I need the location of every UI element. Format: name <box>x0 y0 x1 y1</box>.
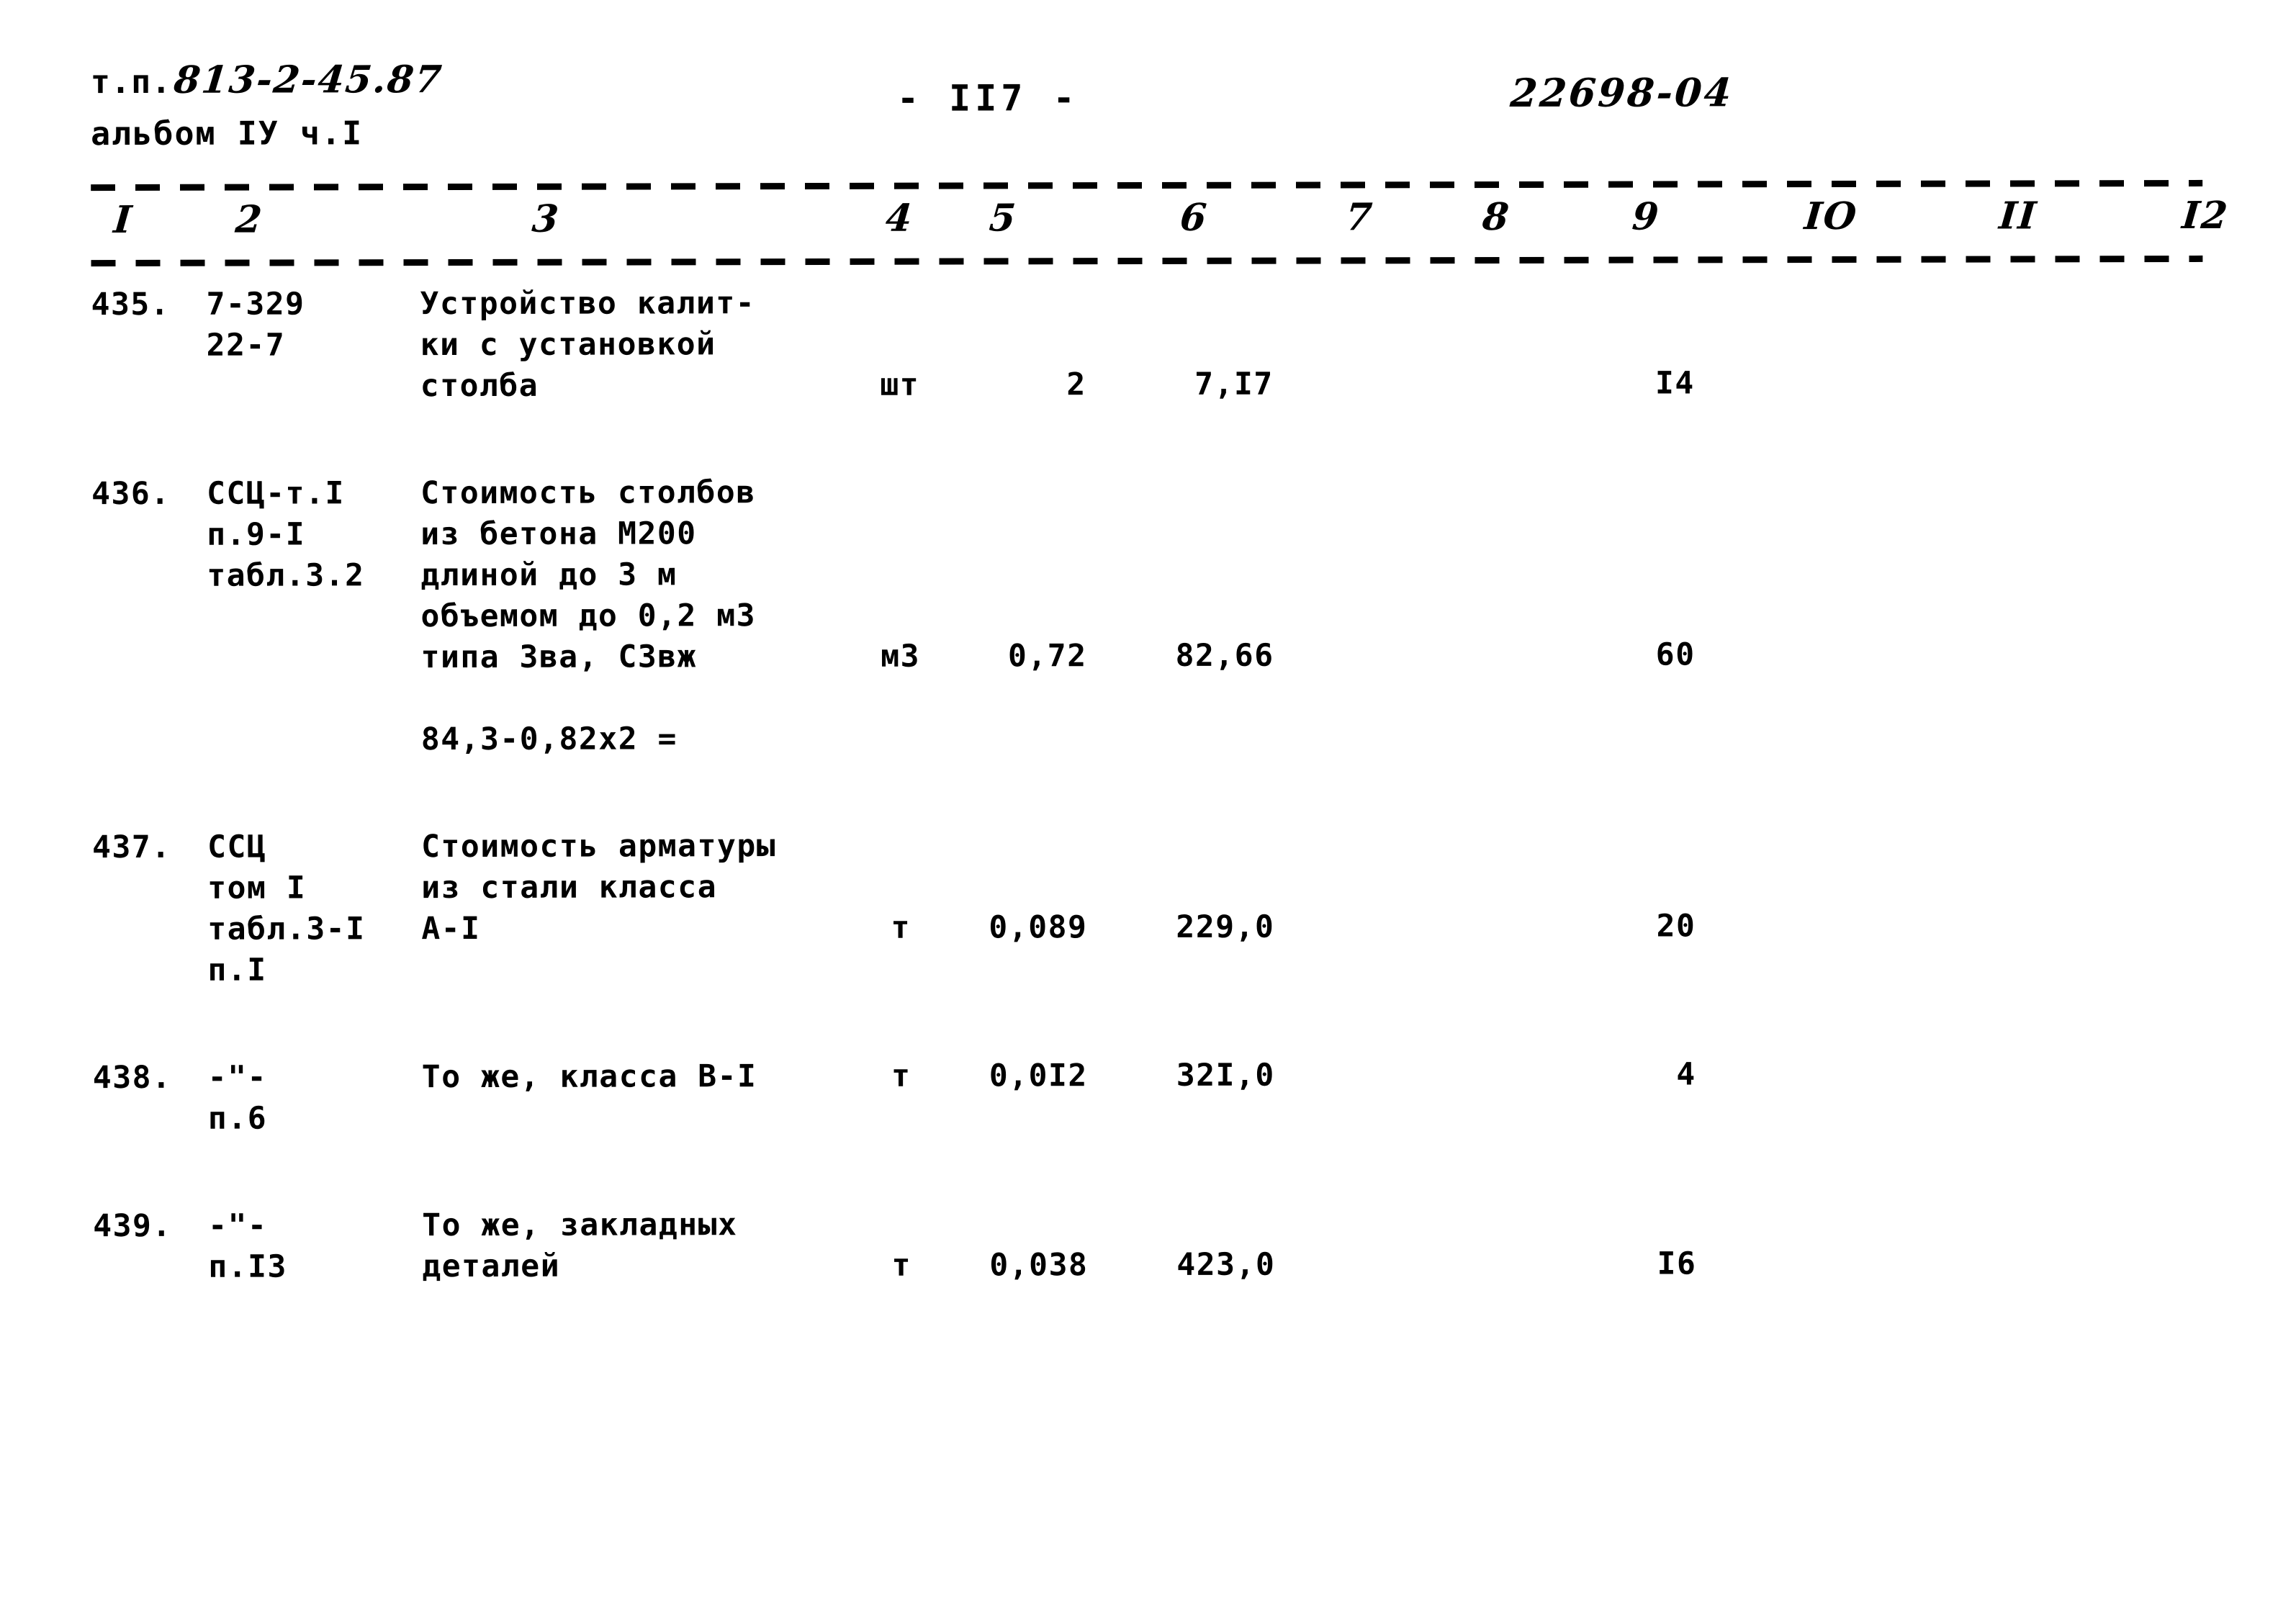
row-justification-line: -"- <box>208 1207 268 1244</box>
row-description-line: длиной до 3 м <box>420 557 677 594</box>
row-justification-line: 22-7 <box>206 327 286 364</box>
table-row: 437. ССЦ том I табл.3-I п.I Стоимость арматур… <box>0 823 2296 992</box>
row-unit: шт <box>880 366 920 403</box>
row-quantity: 0,0I2 <box>989 1058 1088 1094</box>
row-justification-line: 7-329 <box>206 286 305 323</box>
page-number: - II7 - <box>896 77 1079 120</box>
column-number-4: 4 <box>883 196 915 240</box>
row-description-line: деталей <box>422 1248 561 1285</box>
album-line: альбом IУ ч.I <box>90 114 364 153</box>
table-row: 436. ССЦ-т.I п.9-I табл.3.2 Стоимость столбо… <box>0 469 2296 762</box>
column-number-row: I 2 3 4 5 6 7 8 9 IO II I2 <box>0 194 2295 251</box>
row-unit-price: 32I,0 <box>1176 1057 1275 1094</box>
row-col9: 4 <box>1676 1056 1696 1093</box>
row-justification-line: п.I3 <box>208 1248 287 1285</box>
column-number-9: 9 <box>1630 194 1662 239</box>
row-item-number: 436. <box>91 475 171 513</box>
column-number-3: 3 <box>530 197 562 241</box>
column-number-7: 7 <box>1343 195 1375 240</box>
row-item-number: 438. <box>92 1059 172 1096</box>
column-number-1: I <box>112 197 135 243</box>
project-code-prefix: т.п. <box>90 62 172 102</box>
row-description-line: А-I <box>421 910 481 947</box>
project-code-value: 813-2-45.87 <box>172 58 446 102</box>
row-description-line: из бетона М200 <box>420 515 697 553</box>
row-description-line: типа Зва, СЗвж <box>420 639 698 676</box>
row-col9: 60 <box>1655 636 1696 673</box>
row-item-number: 437. <box>92 829 171 866</box>
row-quantity: 0,72 <box>1007 638 1087 675</box>
table-row: 438. -"- п.6 То же, класса В-I т 0,0I2 32I,0 4 <box>1 1053 2296 1140</box>
row-description-line: Стоимость арматуры <box>421 828 777 865</box>
row-unit-price: 7,I7 <box>1194 366 1274 402</box>
table-rule-bottom <box>91 255 2203 267</box>
document-number-annotation: 22698-04 <box>1508 69 1735 116</box>
row-formula: 84,3-0,82х2 = <box>420 721 677 758</box>
row-justification-line: п.9-I <box>207 516 306 553</box>
row-unit-price: 423,0 <box>1176 1246 1276 1283</box>
row-justification-line: табл.3.2 <box>207 557 365 594</box>
row-item-number: 435. <box>91 286 171 323</box>
row-quantity: 0,038 <box>989 1247 1089 1284</box>
column-number-11: II <box>1997 194 2040 238</box>
column-number-5: 5 <box>987 196 1019 240</box>
column-number-10: IO <box>1802 194 1860 239</box>
row-justification-line: ССЦ-т.I <box>207 475 345 512</box>
table-row: 435. 7-329 22-7 Устройство калит-ки с устан… <box>0 280 2295 408</box>
row-unit: м3 <box>881 638 921 675</box>
column-number-8: 8 <box>1480 194 1512 240</box>
row-description-line: Стоимость столбов <box>420 474 756 512</box>
row-justification-line: табл.3-I <box>207 911 366 947</box>
row-quantity: 2 <box>1066 366 1086 403</box>
row-item-number: 439. <box>93 1207 172 1245</box>
row-justification-line: -"- <box>207 1059 268 1096</box>
row-description-line: столба <box>420 367 539 405</box>
row-justification-line: ССЦ <box>207 829 267 865</box>
row-col9: I4 <box>1655 365 1695 402</box>
scanned-page: т.п. 813-2-45.87 альбом IУ ч.I - II7 - 2… <box>0 0 2296 1615</box>
row-col9: 20 <box>1656 908 1696 945</box>
column-number-2: 2 <box>233 197 265 242</box>
row-description-line: объемом до 0,2 м3 <box>420 598 757 635</box>
row-justification-line: п.I <box>207 952 267 988</box>
row-description-line: То же, закладных <box>422 1207 738 1244</box>
document-header: т.п. 813-2-45.87 альбом IУ ч.I - II7 - 2… <box>0 17 2295 153</box>
row-unit: т <box>891 1058 911 1094</box>
table-row: 439. -"- п.I3 То же, закладных деталей т 0,038… <box>1 1202 2296 1289</box>
row-unit-price: 82,66 <box>1175 637 1274 674</box>
table-rule-top <box>91 179 2203 192</box>
row-description-line: из стали класса <box>421 869 718 906</box>
row-justification-line: том I <box>207 870 307 906</box>
row-description-line: ки с установкой <box>420 326 716 364</box>
row-unit: т <box>891 909 911 946</box>
row-justification-line: п.6 <box>207 1100 268 1137</box>
column-number-12: I2 <box>2180 193 2231 238</box>
column-number-6: 6 <box>1178 195 1210 240</box>
row-quantity: 0,089 <box>989 909 1088 946</box>
row-description-line: То же, класса В-I <box>421 1058 757 1096</box>
row-col9: I6 <box>1657 1246 1697 1282</box>
row-unit: т <box>891 1247 912 1284</box>
table-body: 435. 7-329 22-7 Устройство калит-ки с устан… <box>0 280 2295 1285</box>
row-description-line: Устройство калит- <box>420 285 756 323</box>
project-code-annotation: т.п. 813-2-45.87 <box>90 58 446 102</box>
row-unit-price: 229,0 <box>1176 909 1275 945</box>
